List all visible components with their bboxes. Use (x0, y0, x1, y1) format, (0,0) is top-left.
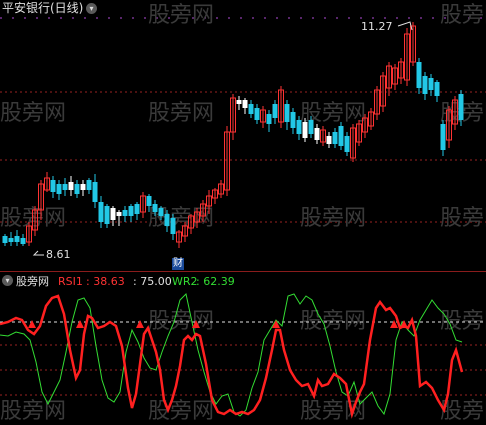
candle-body (272, 104, 278, 118)
watermark-text: 股旁网 (440, 3, 486, 28)
candle-body (56, 184, 62, 194)
candle-body (20, 238, 26, 244)
candle-body (158, 208, 164, 216)
candle-body (422, 76, 428, 94)
rsi1-value: : 38.63 (86, 275, 125, 288)
candle-body (428, 78, 434, 90)
candle-body (416, 62, 422, 88)
candle (338, 122, 344, 150)
candle-body (302, 122, 308, 138)
candle-body (332, 132, 338, 144)
candle-body (134, 204, 140, 214)
candle-body (236, 100, 242, 104)
candle-body (8, 238, 14, 242)
candle-body (266, 114, 272, 124)
chevron-down-icon[interactable]: ▾ (86, 3, 97, 14)
watermark-text: 股旁网 (0, 101, 66, 126)
watermark-text: 股旁网 (300, 206, 366, 231)
watermark-text: 股旁网 (148, 206, 214, 231)
wr2-value: : 62.39 (196, 275, 235, 288)
candle-body (248, 104, 254, 114)
candle-body (146, 196, 152, 206)
upper-title: 平安银行(日线) (2, 1, 84, 15)
candle-body (458, 94, 464, 120)
candle-body (152, 204, 158, 212)
candle-body (344, 136, 350, 152)
candle-body (440, 124, 446, 150)
watermark-text: 股旁网 (0, 399, 66, 424)
candle-body (86, 180, 92, 190)
wr2-label: WR2 (172, 275, 198, 288)
candle-body (308, 120, 314, 134)
rsi1-label: RSI1 (58, 275, 83, 288)
candle-body (164, 214, 170, 226)
chart-canvas[interactable]: 股旁网股旁网股旁网股旁网股旁网股旁网股旁网股旁网股旁网股旁网股旁网股旁网股旁网股… (0, 0, 486, 425)
watermark-text: 股旁网 (148, 3, 214, 28)
candle-body (170, 218, 176, 234)
watermark-text: 股旁网 (440, 206, 486, 231)
candle-body (128, 206, 134, 216)
candle-body (50, 180, 56, 192)
candle-body (62, 184, 68, 190)
candle-body (110, 208, 116, 220)
candle-body (242, 100, 248, 108)
candle-body (284, 104, 290, 122)
finance-event-badge[interactable]: 财 (172, 258, 184, 270)
candle-body (314, 128, 320, 140)
candle-body (296, 120, 302, 134)
candle-body (80, 184, 86, 190)
candle-body (104, 206, 110, 224)
indicator-menu-icon[interactable]: ▾ (2, 275, 13, 286)
candle-body (290, 112, 296, 128)
candle-body (68, 182, 74, 190)
candle-body (116, 212, 122, 216)
candle-body (98, 202, 104, 222)
candle-body (14, 236, 20, 242)
candle-body (2, 236, 8, 243)
indicator-name: 股旁网 (16, 275, 49, 288)
low-price-label: 8.61 (46, 248, 71, 261)
high-price-label: 11.27 (361, 20, 393, 33)
watermark-text: 股旁网 (148, 101, 214, 126)
candle-body (434, 82, 440, 96)
candle-body (92, 182, 98, 202)
candle-body (338, 126, 344, 146)
candle-body (122, 210, 128, 216)
candle-body (74, 184, 80, 194)
watermark-text: 股旁网 (148, 399, 214, 424)
candle-body (326, 136, 332, 144)
candle-body (254, 108, 260, 120)
level-value: : 75.00 (133, 275, 172, 288)
